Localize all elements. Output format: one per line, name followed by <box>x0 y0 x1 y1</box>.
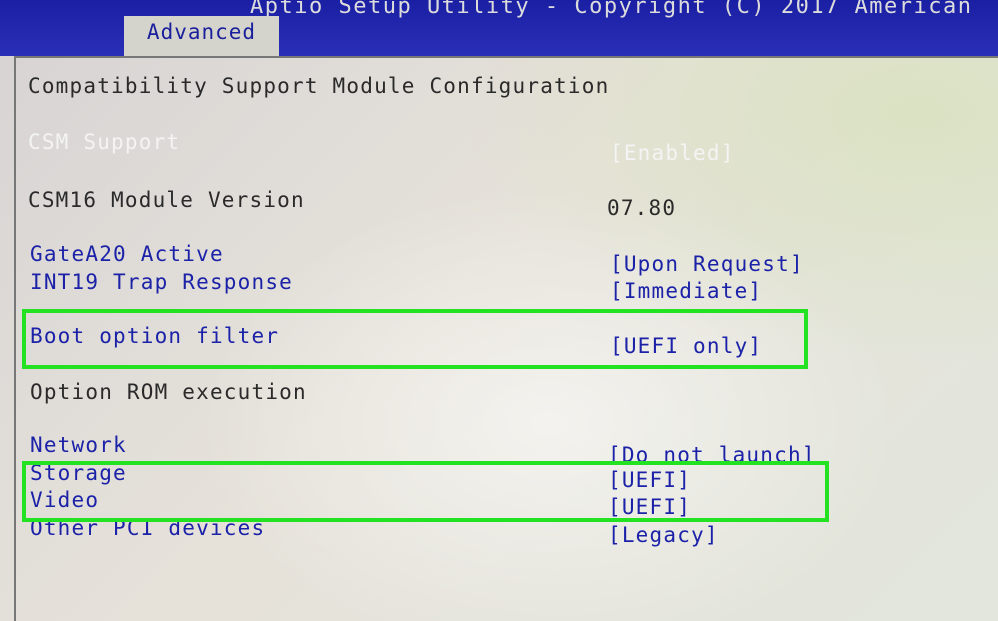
item-label-csm16-version: CSM16 Module Version <box>28 188 305 212</box>
window-title: Aptio Setup Utility - Copyright (C) 2017… <box>250 0 973 19</box>
item-value-csm16-version: 07.80 <box>607 196 677 220</box>
highlight-boot-option-filter <box>22 309 808 369</box>
tab-advanced[interactable]: Advanced <box>124 16 279 56</box>
subsection-option-rom: Option ROM execution <box>30 380 307 404</box>
highlight-storage-video <box>22 461 829 522</box>
item-label-gatea20[interactable]: GateA20 Active <box>30 242 224 266</box>
item-value-int19[interactable]: [Immediate] <box>610 279 762 303</box>
item-label-int19[interactable]: INT19 Trap Response <box>30 270 293 294</box>
item-value-other-pci[interactable]: [Legacy] <box>608 523 719 547</box>
item-label-network[interactable]: Network <box>30 433 127 457</box>
header-bar: Aptio Setup Utility - Copyright (C) 2017… <box>0 0 998 56</box>
item-value-csm-support[interactable]: [Enabled] <box>610 141 735 165</box>
item-value-gatea20[interactable]: [Upon Request] <box>610 252 804 276</box>
section-title: Compatibility Support Module Configurati… <box>28 74 610 98</box>
item-label-csm-support[interactable]: CSM Support <box>28 130 180 154</box>
